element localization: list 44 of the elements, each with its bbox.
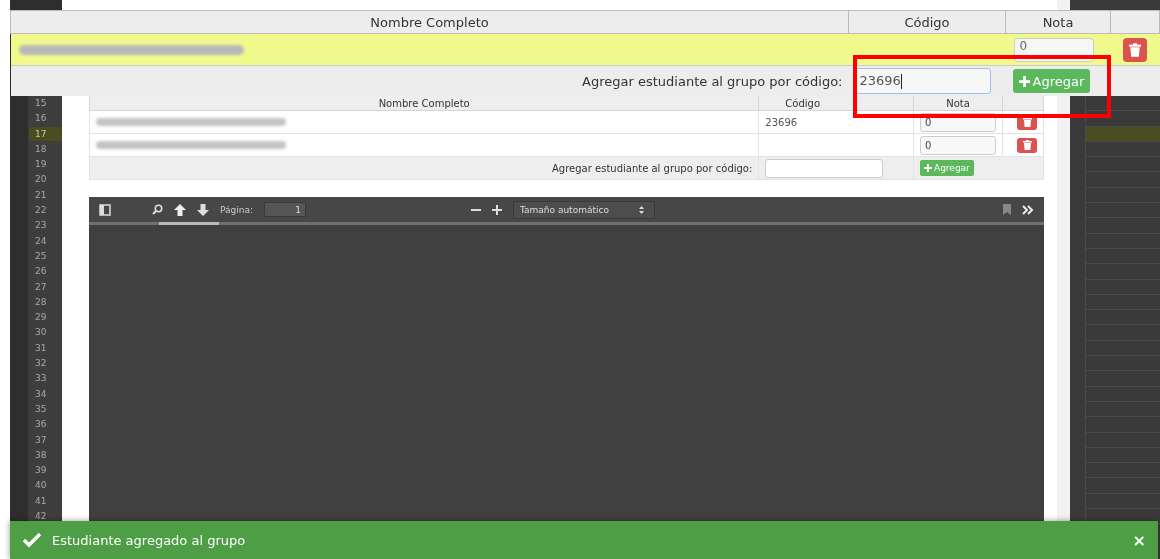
zoom-select[interactable]: Tamaño automático xyxy=(513,200,655,219)
row-number: 22 xyxy=(28,203,62,219)
table-cell: 23696 xyxy=(765,116,798,128)
row-number: 39 xyxy=(28,463,62,479)
row-number: 36 xyxy=(28,417,62,433)
grade-field[interactable]: 0 xyxy=(920,135,996,155)
code-field[interactable] xyxy=(765,158,884,178)
row-number: 33 xyxy=(28,371,62,387)
page-field[interactable]: 1 xyxy=(264,202,306,217)
delete-button[interactable] xyxy=(1017,137,1037,153)
close-button[interactable]: × xyxy=(1132,530,1146,550)
caret-icon xyxy=(638,205,644,214)
trash-icon xyxy=(1128,42,1141,57)
code-field[interactable]: 23696 xyxy=(854,68,991,94)
check-icon xyxy=(22,532,42,548)
column-header: Código xyxy=(848,10,1006,34)
row-number: 20 xyxy=(28,172,62,188)
row-number: 16 xyxy=(28,111,62,127)
row-number: 23 xyxy=(28,218,62,234)
row-number: 29 xyxy=(28,310,62,326)
more-tools-icon[interactable] xyxy=(1022,204,1034,215)
plus-icon xyxy=(1018,75,1030,87)
row-number: 15 xyxy=(28,96,62,112)
column-header: Nota xyxy=(1005,10,1111,34)
plus-icon xyxy=(924,164,932,172)
bookmark-icon[interactable] xyxy=(1003,204,1011,215)
column-header: Nombre Completo xyxy=(10,10,849,34)
add-label: Agregar estudiante al grupo por código: xyxy=(582,73,843,89)
search-icon[interactable] xyxy=(152,204,163,215)
add-label: Agregar estudiante al grupo por código: xyxy=(552,162,753,174)
trash-icon xyxy=(1022,140,1032,150)
delete-button[interactable] xyxy=(1122,37,1147,62)
next-page-icon[interactable] xyxy=(197,203,209,216)
notification-message: Estudiante agregado al grupo xyxy=(52,532,247,548)
sidebar-toggle-icon[interactable] xyxy=(99,203,111,216)
row-number: 32 xyxy=(28,356,62,372)
row-number: 40 xyxy=(28,478,62,494)
trash-icon xyxy=(1022,117,1032,127)
row-number: 26 xyxy=(28,264,62,280)
row-number: 30 xyxy=(28,325,62,341)
row-number: 19 xyxy=(28,157,62,173)
zoom-in-icon[interactable] xyxy=(492,204,502,215)
page-label: Página: xyxy=(220,204,253,215)
previous-page-icon[interactable] xyxy=(174,203,186,216)
